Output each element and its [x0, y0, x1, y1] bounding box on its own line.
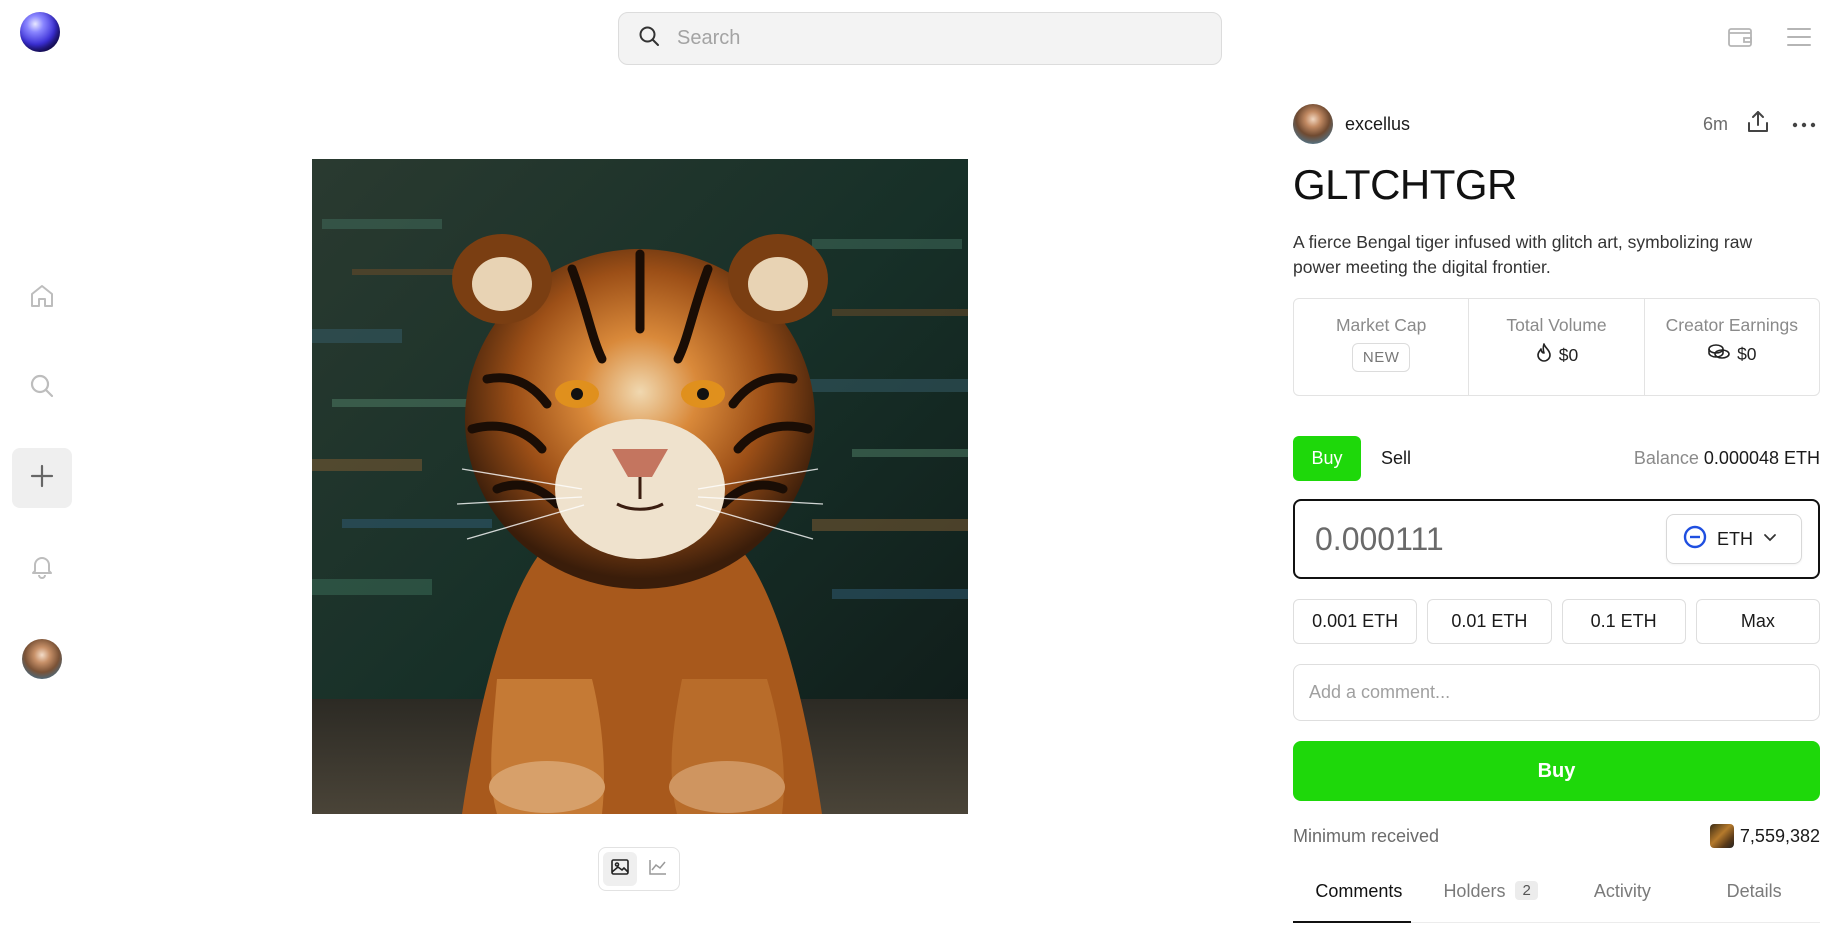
tab-holders-label: Holders	[1443, 881, 1506, 902]
detail-tabs: Comments Holders 2 Activity Details	[1293, 877, 1820, 924]
search-icon	[637, 24, 661, 53]
stat-market-cap: Market Cap NEW	[1294, 299, 1470, 396]
sidebar-item-search[interactable]	[12, 358, 72, 418]
balance-label: Balance	[1633, 448, 1699, 469]
total-volume-value: $0	[1558, 345, 1579, 366]
image-icon	[611, 858, 629, 880]
preset-0-1-eth[interactable]: 0.1 ETH	[1561, 599, 1686, 645]
minimum-received-row: Minimum received 7,559,382	[1293, 821, 1820, 851]
trade-mode-row: Buy Sell Balance 0.000048 ETH	[1293, 436, 1820, 482]
tab-activity[interactable]: Activity	[1557, 877, 1689, 922]
app-logo[interactable]	[20, 12, 60, 52]
comment-input[interactable]	[1309, 682, 1789, 704]
minimum-received-label: Minimum received	[1293, 825, 1440, 846]
trade-panel: excellus 6m GLTCHTGR A fierce Bengal tig…	[1293, 104, 1820, 924]
profile-avatar[interactable]	[22, 639, 62, 679]
creator-name[interactable]: excellus	[1345, 114, 1410, 135]
stat-total-volume: Total Volume $0	[1469, 299, 1645, 396]
search-bar[interactable]	[618, 12, 1222, 65]
page: excellus 6m GLTCHTGR A fierce Bengal tig…	[0, 0, 1838, 933]
wallet-icon[interactable]	[1725, 22, 1755, 52]
creator-earnings-label: Creator Earnings	[1665, 315, 1798, 336]
share-icon	[1745, 109, 1771, 140]
buy-tab[interactable]: Buy	[1293, 436, 1361, 482]
sidebar-item-create[interactable]	[12, 448, 72, 508]
tab-holders[interactable]: Holders 2	[1425, 877, 1557, 922]
new-badge: NEW	[1351, 343, 1411, 373]
view-toggle	[598, 847, 680, 891]
tab-activity-label: Activity	[1593, 881, 1651, 902]
preset-0-001-eth[interactable]: 0.001 ETH	[1293, 599, 1418, 645]
token-thumbnail	[1709, 824, 1734, 849]
sidebar-item-home[interactable]	[12, 268, 72, 328]
tab-comments-label: Comments	[1315, 881, 1403, 902]
amount-input[interactable]	[1315, 520, 1645, 558]
minimum-received-value: 7,559,382	[1739, 825, 1820, 846]
creator-row: excellus 6m	[1293, 104, 1820, 144]
more-dots-icon	[1792, 115, 1816, 133]
plus-icon	[28, 462, 56, 495]
currency-label: ETH	[1717, 528, 1753, 549]
post-age: 6m	[1702, 113, 1728, 134]
more-options-button[interactable]	[1788, 108, 1820, 140]
token-title: GLTCHTGR	[1293, 161, 1517, 208]
chevron-down-icon	[1763, 530, 1777, 548]
search-icon	[28, 372, 56, 405]
creator-earnings-value: $0	[1737, 344, 1757, 365]
holders-count-badge: 2	[1515, 881, 1538, 901]
search-input[interactable]	[677, 27, 1197, 50]
total-volume-label: Total Volume	[1506, 315, 1607, 336]
balance-value: 0.000048 ETH	[1703, 448, 1820, 469]
home-icon	[28, 282, 56, 315]
eth-icon	[1683, 525, 1707, 554]
preset-max[interactable]: Max	[1695, 599, 1820, 645]
chart-icon	[649, 859, 667, 880]
tab-details[interactable]: Details	[1688, 877, 1820, 922]
bell-icon	[28, 552, 56, 585]
balance: Balance 0.000048 ETH	[1634, 448, 1820, 469]
preset-0-01-eth[interactable]: 0.01 ETH	[1427, 599, 1552, 645]
chart-view-button[interactable]	[641, 852, 675, 886]
share-button[interactable]	[1742, 108, 1774, 140]
hamburger-menu-icon[interactable]	[1784, 22, 1814, 52]
buy-button[interactable]: Buy	[1293, 741, 1820, 802]
tab-comments[interactable]: Comments	[1293, 877, 1425, 924]
token-description: A fierce Bengal tiger infused with glitc…	[1293, 232, 1753, 278]
flame-icon	[1535, 343, 1553, 368]
stat-creator-earnings: Creator Earnings $0	[1645, 299, 1819, 395]
amount-field[interactable]: ETH	[1293, 499, 1820, 580]
artwork-image	[312, 159, 968, 814]
coins-icon	[1707, 343, 1731, 366]
market-cap-label: Market Cap	[1335, 315, 1427, 336]
creator-avatar[interactable]	[1293, 104, 1333, 144]
sidebar-item-notifications[interactable]	[12, 538, 72, 598]
sell-tab[interactable]: Sell	[1381, 448, 1411, 469]
image-view-button[interactable]	[603, 852, 637, 886]
stats-box: Market Cap NEW Total Volume $0 Creator E…	[1293, 298, 1820, 397]
currency-select[interactable]: ETH	[1666, 514, 1802, 565]
tab-details-label: Details	[1726, 881, 1782, 902]
preset-amounts: 0.001 ETH 0.01 ETH 0.1 ETH Max	[1293, 599, 1820, 645]
comment-field[interactable]	[1293, 664, 1820, 722]
